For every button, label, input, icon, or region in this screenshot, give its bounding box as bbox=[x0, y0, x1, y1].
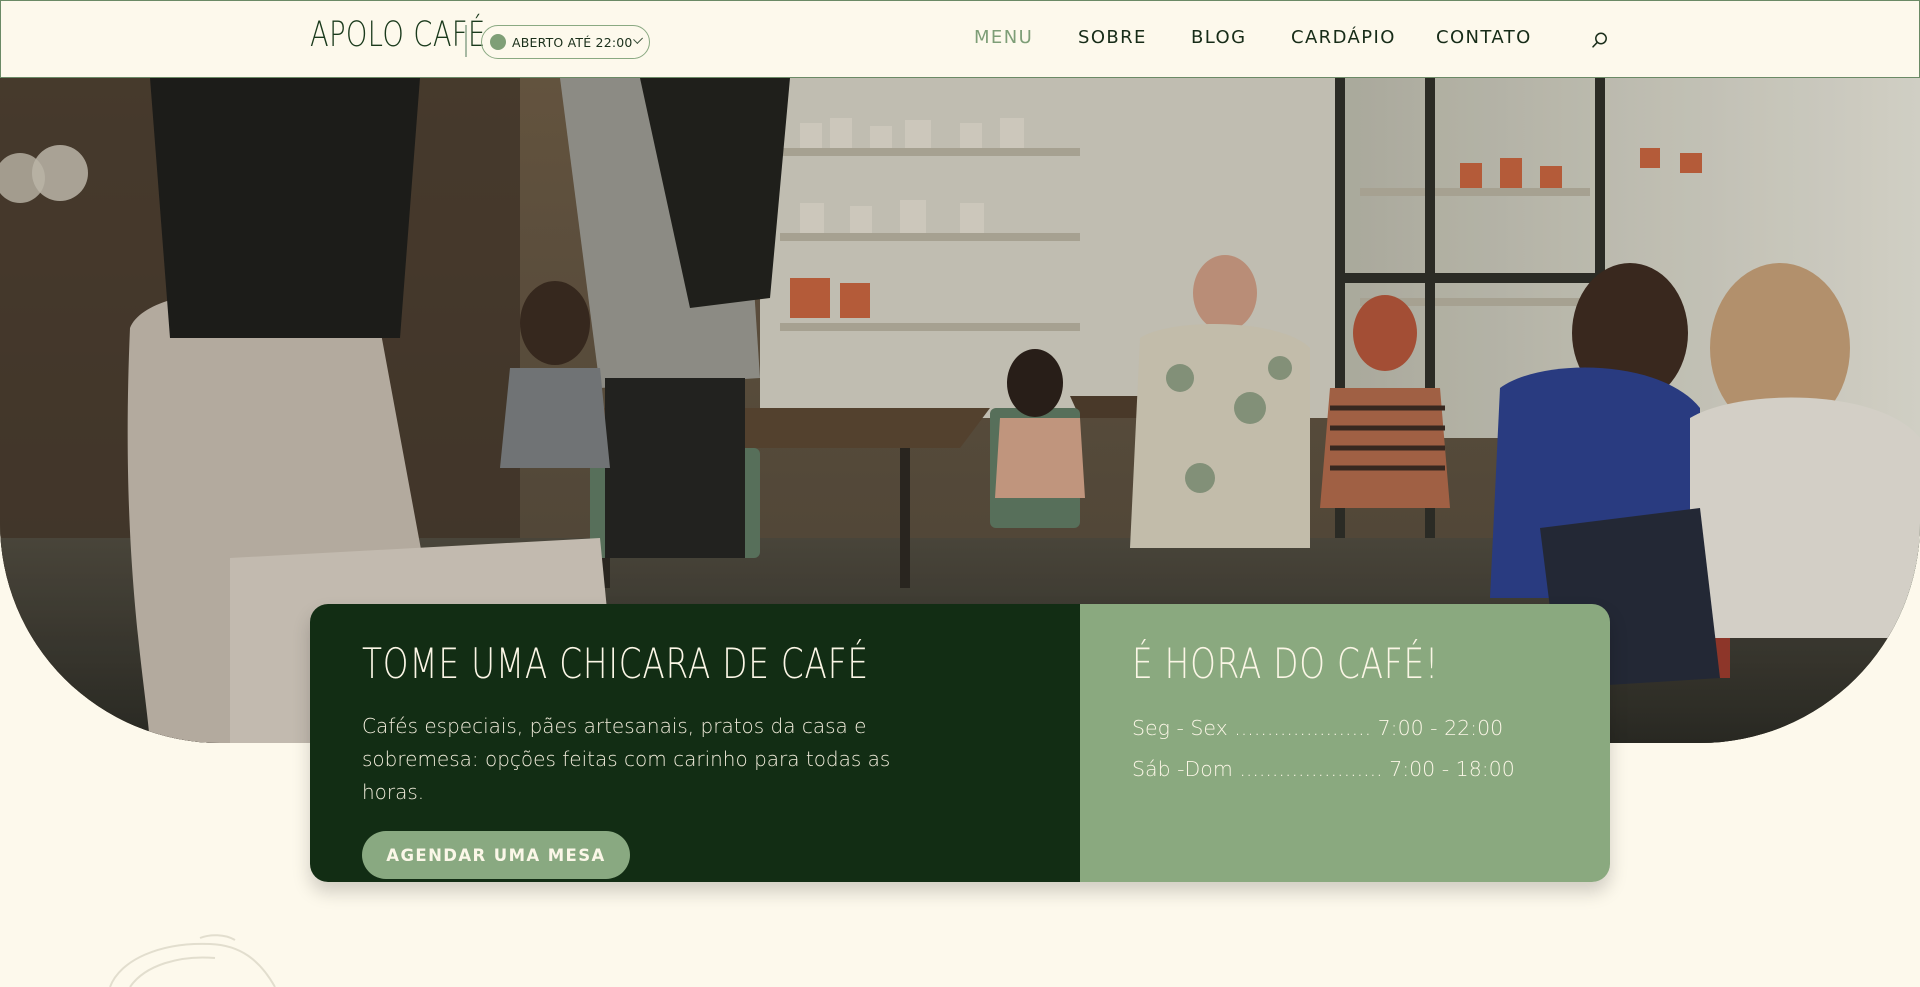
welcome-title: TOME UMA CHICARA DE CAFÉ bbox=[362, 639, 869, 688]
hours-title: É HORA DO CAFÉ! bbox=[1132, 639, 1439, 688]
chevron-down-icon bbox=[632, 34, 643, 45]
opening-status-label: ABERTO ATÉ 22:00 bbox=[512, 34, 633, 50]
hours-list: Seg - Sex ..................... 7:00 - 2… bbox=[1132, 708, 1558, 790]
opening-status-dropdown[interactable]: ABERTO ATÉ 22:00 bbox=[481, 25, 650, 59]
search-icon[interactable] bbox=[1591, 31, 1609, 49]
nav-item-contato[interactable]: CONTATO bbox=[1436, 27, 1532, 48]
hours-weekday: Seg - Sex ..................... 7:00 - 2… bbox=[1132, 716, 1504, 740]
welcome-panel: TOME UMA CHICARA DE CAFÉ Cafés especiais… bbox=[310, 604, 1080, 882]
logo[interactable]: APOLO CAFÉ bbox=[310, 15, 486, 55]
nav-item-sobre[interactable]: SOBRE bbox=[1078, 27, 1147, 48]
nav-item-menu[interactable]: MENU bbox=[974, 27, 1033, 48]
hours-weekend: Sáb -Dom ...................... 7:00 - 1… bbox=[1132, 757, 1515, 781]
info-card: TOME UMA CHICARA DE CAFÉ Cafés especiais… bbox=[310, 604, 1610, 882]
nav-item-cardapio[interactable]: CARDÁPIO bbox=[1291, 27, 1396, 48]
book-table-button[interactable]: AGENDAR UMA MESA bbox=[362, 831, 630, 879]
hours-panel: É HORA DO CAFÉ! Seg - Sex ..............… bbox=[1080, 604, 1610, 882]
status-dot-icon bbox=[490, 34, 506, 50]
nav-item-blog[interactable]: BLOG bbox=[1191, 27, 1246, 48]
welcome-description: Cafés especiais, pães artesanais, pratos… bbox=[362, 714, 891, 804]
leaf-doodle-icon bbox=[109, 934, 276, 987]
site-header: APOLO CAFÉ ABERTO ATÉ 22:00 MENU SOBRE B… bbox=[0, 0, 1920, 78]
logo-divider bbox=[465, 25, 467, 57]
